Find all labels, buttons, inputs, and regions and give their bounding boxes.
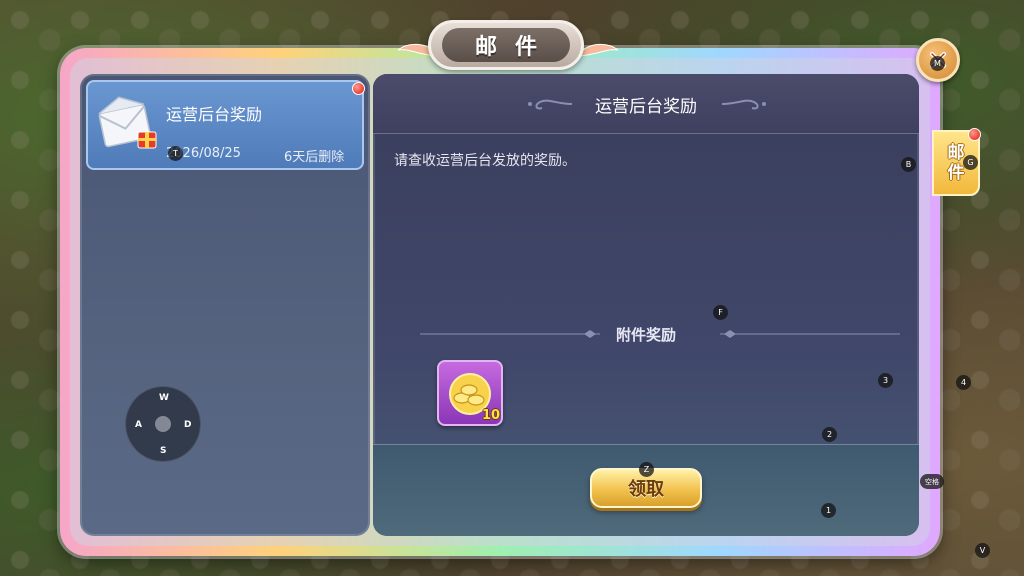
v-key-hint: V (975, 543, 990, 558)
joystick-left-label: A (135, 420, 142, 430)
unread-badge (352, 82, 365, 95)
mail-detail-body: 请查收运营后台发放的奖励。 (394, 153, 576, 169)
slot-key-hint-4: 4 (956, 375, 971, 390)
slot-key-hint-2: 2 (822, 427, 837, 442)
divider-key-hint: F (713, 305, 728, 320)
close-key-hint: M (930, 56, 945, 71)
body-key-hint: B (901, 157, 916, 172)
reward-count: 10 (482, 408, 501, 423)
slot-key-hint-3: 3 (878, 373, 893, 388)
window-title: 邮件 (442, 28, 570, 62)
joystick-right-label: D (184, 420, 192, 430)
slot-key-hint-1: 1 (821, 503, 836, 518)
space-key-hint: 空格 (920, 474, 944, 489)
mail-detail-title: 运营后台奖励 (595, 97, 697, 117)
envelope-gift-icon (98, 96, 157, 149)
tab-key-hint: G (963, 155, 978, 170)
attachments-title: 附件奖励 (615, 326, 676, 344)
mail-item-key-hint: T (168, 146, 183, 161)
tab-mail-label-line2: 件 (947, 163, 965, 183)
title-wing-right-decoration (580, 43, 619, 57)
joystick-knob[interactable] (155, 416, 171, 432)
mail-item-title: 运营后台奖励 (166, 105, 263, 124)
mail-item-expire: 6天后删除 (284, 150, 345, 165)
tab-mail-badge (968, 128, 981, 141)
joystick-up-label: W (159, 393, 169, 403)
window-title-plate: 邮件 (428, 20, 584, 70)
joystick-down-label: S (160, 446, 167, 456)
tab-mail-label-line1: 邮 (947, 143, 965, 163)
claim-key-hint: Z (639, 462, 654, 477)
